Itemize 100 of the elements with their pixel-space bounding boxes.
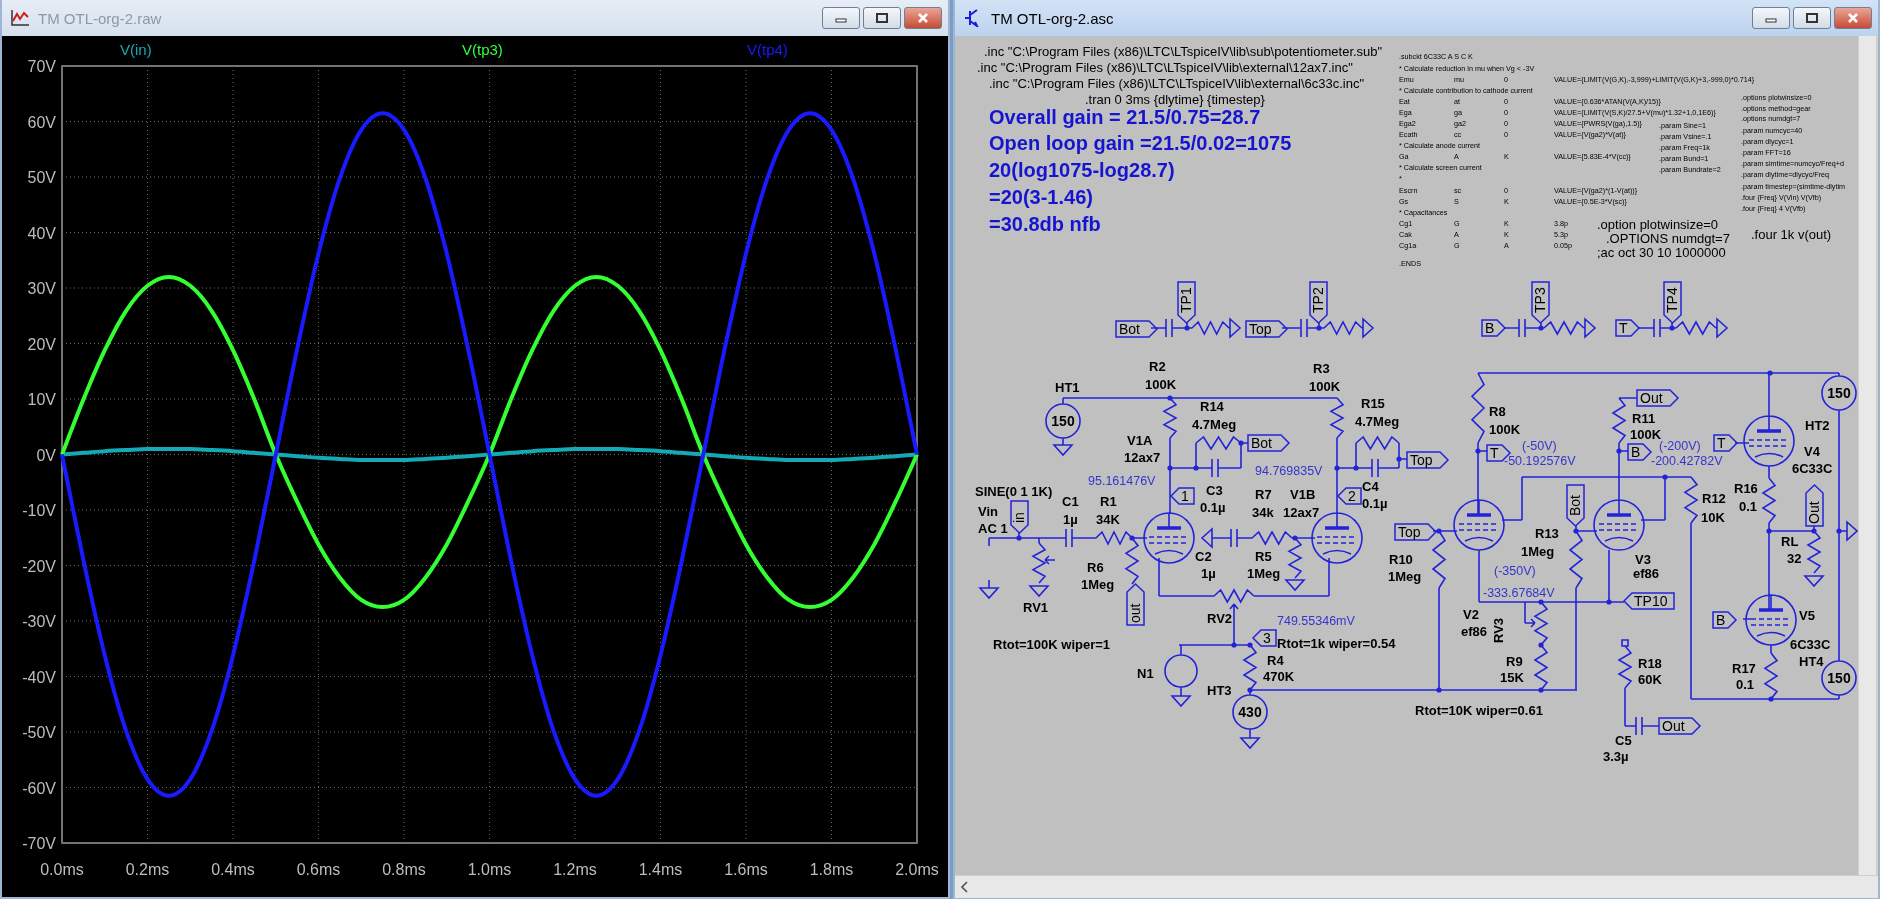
part-label: AC 1 <box>978 521 1008 536</box>
net-flag: T <box>1615 319 1641 337</box>
part-label: V1B <box>1290 487 1316 502</box>
part-label: 0.1µ <box>1362 496 1388 511</box>
y-tick-label: -40V <box>22 668 56 686</box>
include-directive: .inc "C:\Program Files (x86)\LTC\LTspiceIV\lib\sub\potentiometer.sub" <box>984 44 1383 59</box>
part-label: 100K <box>1630 427 1662 442</box>
part-label: R16 <box>1734 481 1758 496</box>
x-tick-label: 1.2ms <box>553 861 597 878</box>
net-flag: Out <box>1805 483 1824 527</box>
maximize-button[interactable] <box>863 7 901 29</box>
y-tick-label: 50V <box>27 169 56 186</box>
y-tick-label: -50V <box>22 724 56 741</box>
part-label: C4 <box>1362 479 1379 494</box>
x-tick-label: 0.0ms <box>40 861 84 878</box>
option-directive: .option plotwinsize=0 <box>1597 217 1719 232</box>
part-label: HT2 <box>1805 418 1830 433</box>
close-button[interactable] <box>1834 7 1872 29</box>
net-flag: TP2 <box>1309 281 1328 325</box>
part-label: 15K <box>1500 670 1524 685</box>
part-label: RV1 <box>1023 600 1049 615</box>
part-label: 32 <box>1787 551 1802 566</box>
part-label: R10 <box>1389 552 1413 567</box>
net-flag: Out <box>1658 717 1702 735</box>
net-flag: TP1 <box>1177 281 1196 325</box>
close-button[interactable] <box>904 7 942 29</box>
gain-note: 20(log1075-log28.7) <box>989 159 1175 181</box>
net-flag: Out <box>1636 389 1680 407</box>
part-label: HT3 <box>1207 683 1232 698</box>
part-label: C5 <box>1615 733 1632 748</box>
part-label: R18 <box>1638 656 1662 671</box>
net-flag: Top <box>1245 320 1289 338</box>
close-icon <box>1847 13 1859 23</box>
voltage-label: (-350V) <box>1494 564 1536 578</box>
net-flag: B <box>1481 319 1507 337</box>
window-title: TM OTL-org-2.asc <box>991 9 1115 27</box>
part-label: ef86 <box>1461 624 1488 639</box>
net-flag: B <box>1712 611 1738 629</box>
maximize-icon <box>1806 13 1818 23</box>
option-directive: .four 1k v(out) <box>1751 227 1832 242</box>
voltage-label: -50.192576V <box>1504 454 1576 468</box>
net-flag: TP4 <box>1663 281 1682 325</box>
voltage-label: -200.42782V <box>1651 454 1723 468</box>
part-label: 470K <box>1263 669 1295 684</box>
part-label: C2 <box>1195 549 1212 564</box>
part-label: 100K <box>1145 377 1177 392</box>
vertical-scrollbar[interactable] <box>1858 36 1876 875</box>
part-label: R5 <box>1255 549 1272 564</box>
y-tick-label: 70V <box>27 58 56 75</box>
part-label: 6C33C <box>1790 637 1831 652</box>
part-label: Rtot=10K wiper=0.61 <box>1415 703 1543 718</box>
part-label: R11 <box>1632 411 1656 426</box>
voltage-label: 94.769835V <box>1255 464 1323 478</box>
part-label: N1 <box>1137 666 1154 681</box>
source-value: 150 <box>1827 385 1851 401</box>
part-label: 0.1 <box>1736 677 1755 692</box>
part-label: R7 <box>1255 487 1272 502</box>
source-value: 150 <box>1827 670 1851 686</box>
part-label: R12 <box>1702 491 1726 506</box>
voltage-label: 95.161476V <box>1088 474 1156 488</box>
part-label: Rtot=1k wiper=0.54 <box>1277 636 1396 651</box>
x-tick-label: 1.0ms <box>467 861 512 878</box>
voltage-label: (-200V) <box>1659 439 1701 453</box>
net-flag: Top <box>1394 523 1438 541</box>
source-value: 430 <box>1238 704 1262 720</box>
waveform-icon <box>10 9 30 27</box>
part-label: 1Meg <box>1521 544 1555 559</box>
part-label: R6 <box>1087 560 1104 575</box>
gain-note: =30.8db nfb <box>989 213 1101 235</box>
option-directive: ;ac oct 30 10 1000000 <box>1597 245 1726 260</box>
net-flag: TP10 <box>1622 592 1675 610</box>
y-tick-label: -70V <box>22 835 56 852</box>
part-label: R9 <box>1506 654 1523 669</box>
minimize-button[interactable] <box>822 7 860 29</box>
part-label: R3 <box>1313 361 1330 376</box>
part-label: V1A <box>1127 433 1153 448</box>
y-tick-label: -30V <box>22 613 56 630</box>
maximize-button[interactable] <box>1793 7 1831 29</box>
x-tick-label: 0.8ms <box>382 861 426 878</box>
window-title: TM OTL-org-2.raw <box>38 9 163 27</box>
horizontal-scrollbar[interactable] <box>955 875 1878 898</box>
part-label: 34K <box>1096 512 1120 527</box>
part-label: R1 <box>1100 494 1117 509</box>
part-label: ef86 <box>1633 566 1660 581</box>
part-label: C3 <box>1206 483 1223 498</box>
x-tick-label: 0.6ms <box>296 861 341 878</box>
part-label: R15 <box>1361 396 1385 411</box>
part-label: 34k <box>1252 505 1274 520</box>
part-label: 60K <box>1638 672 1662 687</box>
part-label: R17 <box>1732 661 1756 676</box>
simulation-command: .tran 0 3ms {dlytime} {timestep} <box>1085 92 1265 107</box>
part-label: 1Meg <box>1388 569 1422 584</box>
part-label: 1Meg <box>1081 577 1115 592</box>
part-label: 4.7Meg <box>1192 417 1237 432</box>
minimize-button[interactable] <box>1752 7 1790 29</box>
trace-name: V(tp4) <box>747 41 788 58</box>
x-tick-label: 0.4ms <box>211 861 255 878</box>
part-label: HT4 <box>1799 654 1824 669</box>
y-tick-label: 40V <box>27 224 56 242</box>
part-label: V4 <box>1804 444 1820 459</box>
